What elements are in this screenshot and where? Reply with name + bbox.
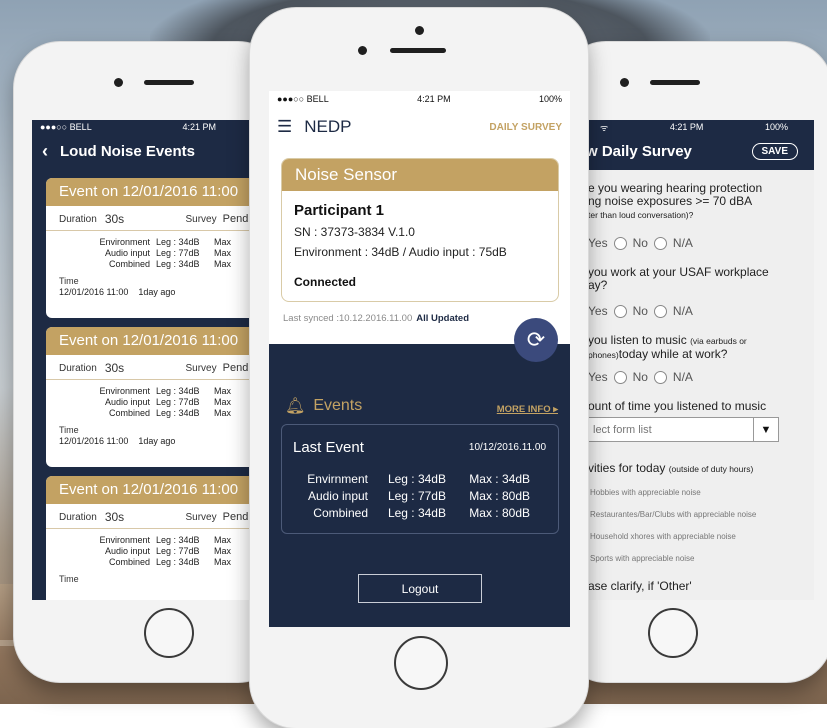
time-label: Time bbox=[59, 425, 79, 435]
nedp-home-screen: ●●●○○ BELL 4:21 PM 100% ☰ NEDP DAILY SUR… bbox=[269, 91, 570, 627]
menu-icon[interactable]: ☰ bbox=[277, 117, 292, 137]
radio-na[interactable] bbox=[653, 236, 667, 250]
last-event-box[interactable]: Last Event 10/12/2016.11.00 Envirnment Le… bbox=[281, 424, 559, 534]
nav-bar: ‹ Loud Noise Events bbox=[32, 134, 284, 168]
radio-no[interactable] bbox=[613, 236, 627, 250]
q3-options[interactable]: Yes No N/A bbox=[588, 370, 693, 384]
last-event-title: Last Event bbox=[293, 439, 364, 456]
env-table: Environment Leg : 34dB Max Audio input Leg … bbox=[99, 535, 232, 567]
status-bar: ●●●○○ BELL 4:21 PM 100% bbox=[269, 91, 570, 107]
q1-options[interactable]: Yes No N/A bbox=[588, 236, 693, 250]
events-heading: 🔔︎ Events bbox=[285, 397, 363, 415]
app-header: ☰ NEDP DAILY SURVEY bbox=[269, 107, 570, 147]
refresh-icon: ⟳ bbox=[526, 327, 546, 352]
speaker bbox=[144, 80, 194, 85]
participant-name: Participant 1 bbox=[294, 202, 385, 219]
duration-row: Duration 30s Survey Pending bbox=[46, 206, 276, 231]
save-button[interactable]: SAVE bbox=[751, 142, 798, 160]
env-table: Environment Leg : 34dB Max Audio input Leg … bbox=[99, 237, 232, 269]
question-2: you work at your USAF workplace ay? bbox=[588, 265, 769, 292]
home-button[interactable] bbox=[144, 608, 194, 658]
noise-sensor-card: Noise Sensor Participant 1 SN : 37373-38… bbox=[281, 158, 559, 302]
page-title: Loud Noise Events bbox=[60, 142, 196, 160]
nav-bar: w Daily Survey SAVE bbox=[560, 134, 814, 168]
activity-option[interactable]: Household xhores with appreciable noise bbox=[590, 532, 736, 541]
speaker bbox=[650, 80, 700, 85]
home-button[interactable] bbox=[648, 608, 698, 658]
env-table: Environment Leg : 34dB Max Audio input Leg … bbox=[99, 386, 232, 418]
camera bbox=[114, 78, 123, 87]
radio-na[interactable] bbox=[653, 304, 667, 318]
radio-no[interactable] bbox=[613, 370, 627, 384]
serial-number: SN : 37373-3834 V.1.0 bbox=[294, 225, 415, 239]
dropdown-arrow-icon[interactable]: ▼ bbox=[753, 418, 778, 441]
page-title: w Daily Survey bbox=[586, 142, 692, 160]
question-3: you listen to music (via earbuds or phon… bbox=[588, 333, 747, 361]
activity-option[interactable]: Sports with appreciable noise bbox=[590, 554, 695, 563]
question-1: e you wearing hearing protection ng noise… bbox=[588, 181, 763, 221]
time-label: Time bbox=[59, 276, 79, 286]
status-bar: ᯤ 4:21 PM 100% bbox=[560, 120, 814, 134]
connection-status: Connected bbox=[294, 275, 357, 289]
logout-button[interactable]: Logout bbox=[358, 574, 482, 603]
camera bbox=[415, 26, 424, 35]
event-header: Event on 12/01/2016 11:00 bbox=[46, 178, 284, 206]
q2-options[interactable]: Yes No N/A bbox=[588, 304, 693, 318]
activity-option[interactable]: Restaurantes/Bar/Clubs with appreciable … bbox=[590, 510, 756, 519]
time-row: 12/01/2016 11:001day agoDE bbox=[46, 435, 284, 446]
event-card[interactable]: Event on 12/01/2016 11:00 Duration 30s S… bbox=[46, 178, 284, 318]
phone-center: ●●●○○ BELL 4:21 PM 100% ☰ NEDP DAILY SUR… bbox=[250, 8, 588, 728]
radio-na[interactable] bbox=[653, 370, 667, 384]
event-header: Event on 12/01/2016 11:00 bbox=[46, 327, 284, 355]
back-icon[interactable]: ‹ bbox=[42, 141, 48, 162]
sync-button[interactable]: ⟳ bbox=[514, 318, 558, 362]
question-6: ase clarify, if 'Other' bbox=[588, 579, 692, 593]
duration-row: Duration 30s Survey Pending bbox=[46, 504, 276, 529]
home-button[interactable] bbox=[394, 636, 448, 690]
events-panel: 🔔︎ Events MORE INFO ▸ Last Event 10/12/2… bbox=[269, 344, 570, 627]
environment-readout: Environment : 34dB / Audio input : 75dB bbox=[294, 245, 507, 259]
daily-survey-link[interactable]: DAILY SURVEY bbox=[489, 122, 562, 133]
event-card[interactable]: Event on 12/01/2016 11:00 Duration 30s S… bbox=[46, 476, 284, 600]
phone-left: ●●●○○ BELL 4:21 PM ‹ Loud Noise Events E… bbox=[14, 42, 284, 682]
camera bbox=[620, 78, 629, 87]
radio-no[interactable] bbox=[613, 304, 627, 318]
carrier: ●●●○○ BELL bbox=[277, 94, 329, 104]
battery: 100% bbox=[538, 94, 562, 104]
clock: 4:21 PM bbox=[669, 122, 704, 132]
event-header: Event on 12/01/2016 11:00 bbox=[46, 476, 284, 504]
activity-option[interactable]: Hobbies with appreciable noise bbox=[590, 488, 701, 497]
phone-right: ᯤ 4:21 PM 100% w Daily Survey SAVE e you… bbox=[560, 42, 827, 682]
camera bbox=[358, 46, 367, 55]
sync-status: Last synced :10.12.2016.11.00 All Updated bbox=[283, 313, 470, 324]
clock: 4:21 PM bbox=[182, 122, 216, 132]
last-event-table: Envirnment Leg : 34dB Max : 34dB Audio inp… bbox=[307, 472, 530, 520]
status-bar: ●●●○○ BELL 4:21 PM bbox=[32, 120, 284, 134]
bell-icon: 🔔︎ bbox=[285, 398, 306, 415]
battery: 100% bbox=[764, 122, 788, 132]
last-event-date: 10/12/2016.11.00 bbox=[468, 442, 546, 453]
more-info-link[interactable]: MORE INFO ▸ bbox=[497, 404, 558, 415]
clock: 4:21 PM bbox=[417, 94, 451, 104]
question-5: vities for today (outside of duty hours) bbox=[588, 461, 754, 475]
time-select[interactable]: lect form list ▼ bbox=[588, 417, 779, 442]
wifi-icon: ᯤ bbox=[600, 122, 609, 133]
question-4: ount of time you listened to music bbox=[588, 399, 767, 413]
carrier: ●●●○○ BELL bbox=[40, 122, 92, 132]
app-title: NEDP bbox=[304, 117, 352, 136]
survey-form: e you wearing hearing protection ng noise… bbox=[560, 170, 814, 600]
time-row: 12/01/2016 11:001day agoDE bbox=[46, 286, 284, 297]
daily-survey-screen: ᯤ 4:21 PM 100% w Daily Survey SAVE e you… bbox=[560, 120, 814, 600]
time-label: Time bbox=[59, 574, 79, 584]
sensor-header: Noise Sensor bbox=[282, 159, 558, 191]
duration-row: Duration 30s Survey Pending bbox=[46, 355, 276, 380]
event-card[interactable]: Event on 12/01/2016 11:00 Duration 30s S… bbox=[46, 327, 284, 467]
speaker bbox=[390, 48, 446, 53]
loud-noise-events-screen: ●●●○○ BELL 4:21 PM ‹ Loud Noise Events E… bbox=[32, 120, 284, 600]
